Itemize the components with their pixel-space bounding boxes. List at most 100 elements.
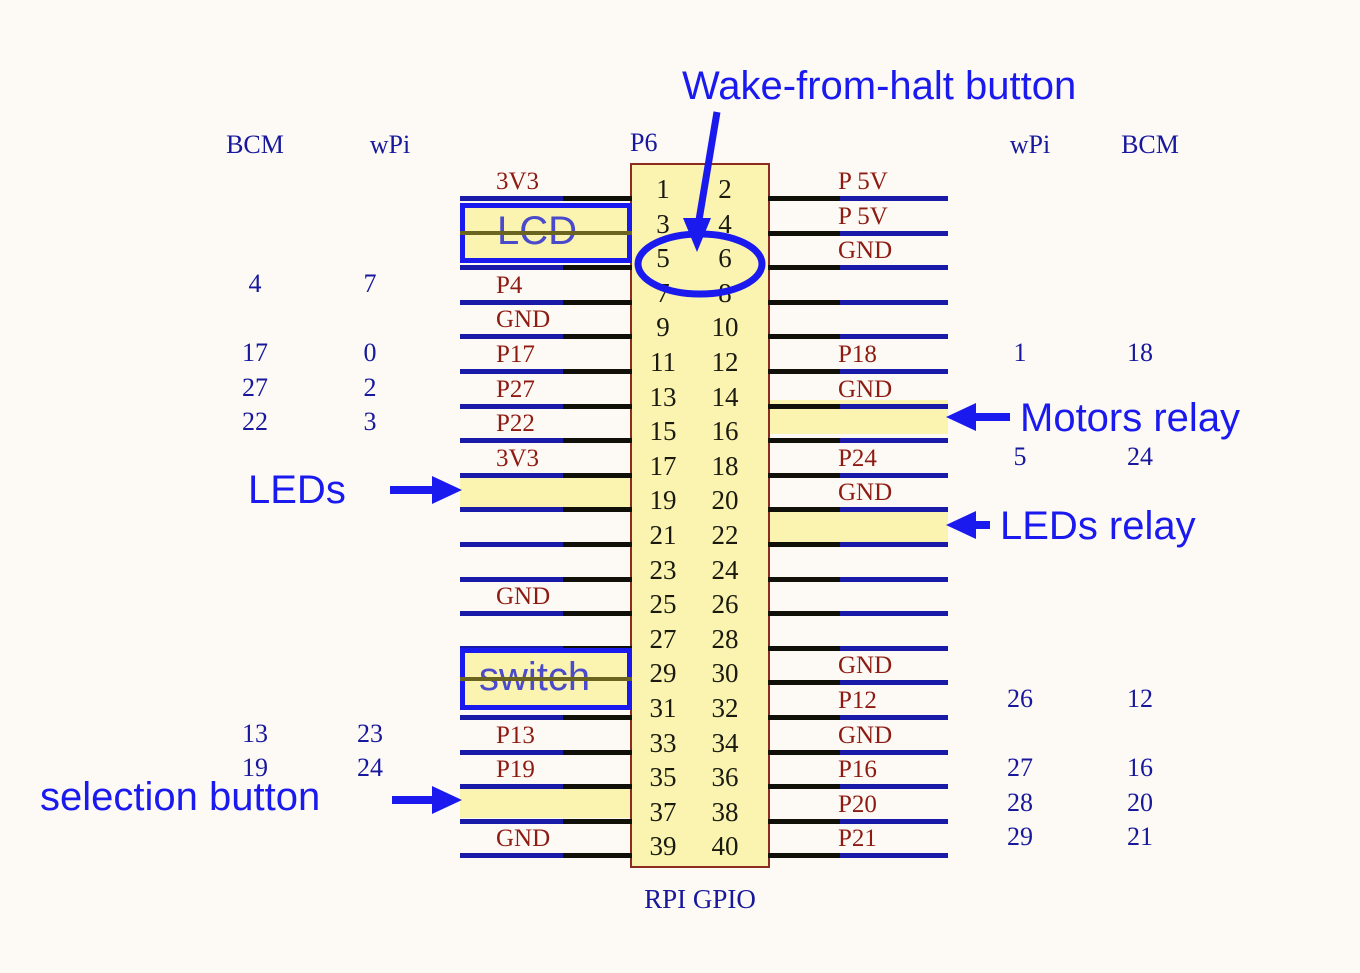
left-signal-label-pin-1: 3V3 <box>496 168 540 195</box>
left-signal-label-pin-33: P13 <box>496 722 535 749</box>
pin-number-33: 33 <box>649 728 677 758</box>
left-bcm-pin-7: 4 <box>248 269 262 298</box>
right-wire-pin-40 <box>768 853 948 858</box>
pin-number-1: 1 <box>656 174 670 204</box>
pin-number-12: 12 <box>711 347 739 377</box>
left-wire-pin-17 <box>460 473 632 478</box>
left-wpi-pin-13: 2 <box>363 373 377 402</box>
pin-number-21: 21 <box>649 520 677 550</box>
pin-number-8: 8 <box>718 278 732 308</box>
right-bcm-pin-32: 12 <box>1127 684 1153 713</box>
pin-number-9: 9 <box>656 312 670 342</box>
leds-relay-callout: LEDs relay <box>1000 504 1196 548</box>
right-wire-pin-2 <box>768 196 948 201</box>
right-bcm-pin-38: 20 <box>1127 788 1153 817</box>
pin-number-20: 20 <box>711 485 739 515</box>
highlight-band-leds <box>460 477 632 511</box>
header-left-wpi: wPi <box>369 130 411 159</box>
left-wpi-pin-33: 23 <box>357 719 383 748</box>
right-wire-pin-20 <box>768 507 948 512</box>
pin-number-2: 2 <box>718 174 732 204</box>
left-wire-pin-35 <box>460 784 632 789</box>
right-wpi-pin-40: 29 <box>1007 822 1033 851</box>
left-wire-pin-11 <box>460 369 632 374</box>
right-wire-pin-12 <box>768 369 948 374</box>
pin-number-13: 13 <box>649 382 677 412</box>
right-signal-label-pin-4: P 5V <box>838 203 888 230</box>
right-wire-pin-38 <box>768 819 948 824</box>
pin-number-7: 7 <box>656 278 670 308</box>
left-signal-label-pin-25: GND <box>496 583 551 610</box>
left-wire-pin-13 <box>460 404 632 409</box>
left-bcm-pin-33: 13 <box>242 719 268 748</box>
selection-button-callout: selection button <box>40 775 321 819</box>
pin-number-32: 32 <box>711 693 739 723</box>
pin-number-23: 23 <box>649 555 677 585</box>
pin-number-30: 30 <box>711 658 739 688</box>
right-wire-pin-6 <box>768 265 948 270</box>
left-signal-label-pin-35: P19 <box>496 756 535 783</box>
left-wire-pin-31 <box>460 715 632 720</box>
pin-number-22: 22 <box>711 520 739 550</box>
right-signal-label-pin-18: P24 <box>838 445 877 472</box>
pin-number-29: 29 <box>649 658 677 688</box>
left-wire-pin-1 <box>460 196 632 201</box>
pin-number-11: 11 <box>650 347 676 377</box>
pin-number-34: 34 <box>711 728 739 758</box>
pin-number-24: 24 <box>711 555 739 585</box>
pin-number-39: 39 <box>649 831 677 861</box>
right-wire-pin-28 <box>768 646 948 651</box>
motors-relay-arrow <box>946 403 1010 431</box>
selection-button-arrow <box>392 786 462 814</box>
highlight-band-leds-relay <box>768 508 948 542</box>
left-wire-pin-37 <box>460 819 632 824</box>
gpio-header-block: 1 3 5 7 9 11 13 15 17 19 21 23 25 27 29 31 33 35 37 39 2 4 6 8 1… <box>630 163 770 868</box>
right-wire-pin-4 <box>768 231 948 236</box>
right-wpi-pin-32: 26 <box>1007 684 1033 713</box>
pin-number-28: 28 <box>711 624 739 654</box>
pin-block-caption: RPI GPIO <box>644 884 756 914</box>
pin-number-14: 14 <box>711 382 739 412</box>
right-signal-label-pin-30: GND <box>838 652 893 679</box>
motors-relay-callout: Motors relay <box>1020 396 1241 440</box>
left-signal-label-pin-7: P4 <box>496 272 523 299</box>
right-wire-pin-18 <box>768 473 948 478</box>
right-wpi-pin-12: 1 <box>1013 338 1027 367</box>
pin-number-36: 36 <box>711 762 739 792</box>
left-bcm-pin-13: 27 <box>242 373 268 402</box>
gpio-diagram-canvas: BCM wPi wPi BCM P6 1 3 5 7 9 11 13 15 17 19 21 23 25… <box>0 0 1360 973</box>
right-signal-label-pin-2: P 5V <box>838 168 888 195</box>
left-wpi-pin-35: 24 <box>357 753 383 782</box>
left-wpi-pin-11: 0 <box>363 338 377 367</box>
left-wire-pin-21 <box>460 542 632 547</box>
pin-number-16: 16 <box>711 416 739 446</box>
left-signal-label-pin-39: GND <box>496 825 551 852</box>
right-signal-label-pin-20: GND <box>838 479 893 506</box>
left-wpi-pin-15: 3 <box>363 407 377 436</box>
right-signal-label-pin-12: P18 <box>838 341 877 368</box>
lcd-annotation-label: LCD <box>497 209 578 253</box>
right-wire-pin-24 <box>768 577 948 582</box>
right-wire-pin-36 <box>768 784 948 789</box>
pin-number-18: 18 <box>711 451 739 481</box>
right-wire-pin-14 <box>768 404 948 409</box>
leds-relay-arrow <box>946 511 990 539</box>
left-signal-label-pin-13: P27 <box>496 376 535 403</box>
right-signal-label-pin-36: P16 <box>838 756 877 783</box>
highlight-band-selection <box>460 784 632 818</box>
right-wire-pin-22 <box>768 542 948 547</box>
pin-number-3: 3 <box>656 209 670 239</box>
header-left-bcm: BCM <box>226 130 284 159</box>
left-bcm-pin-11: 17 <box>242 338 268 367</box>
right-signal-label-pin-38: P20 <box>838 791 877 818</box>
right-bcm-pin-18: 24 <box>1127 442 1153 471</box>
left-wire-pin-33 <box>460 750 632 755</box>
left-wire-pin-25 <box>460 611 632 616</box>
pin-number-35: 35 <box>649 762 677 792</box>
pin-number-10: 10 <box>711 312 739 342</box>
left-wire-pin-5 <box>460 265 632 270</box>
right-signal-label-pin-34: GND <box>838 722 893 749</box>
right-wire-pin-34 <box>768 750 948 755</box>
pin-number-40: 40 <box>711 831 739 861</box>
right-wire-pin-16 <box>768 438 948 443</box>
